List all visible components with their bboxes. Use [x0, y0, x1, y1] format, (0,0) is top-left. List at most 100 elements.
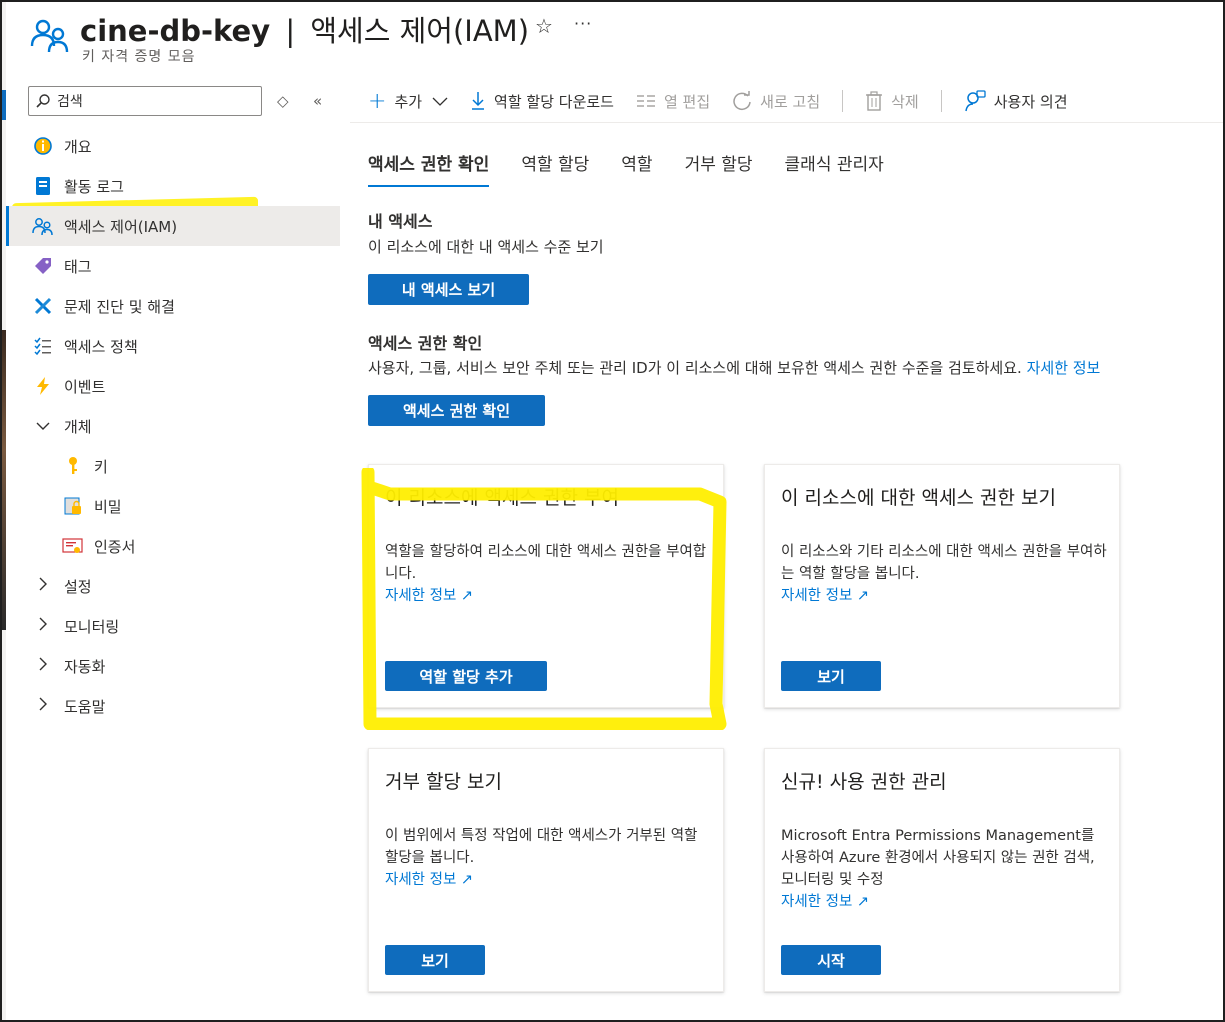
sidebar-item-label: 도움말 [64, 697, 106, 716]
card-description: Microsoft Entra Permissions Management를 … [781, 825, 1107, 913]
card-description: 이 리소스와 기타 리소스에 대한 액세스 권한을 부여하는 역할 할당을 봅니… [781, 541, 1107, 607]
sidebar-item-label: 개요 [64, 137, 92, 156]
delete-button[interactable]: 삭제 [865, 91, 919, 112]
card-text: 이 범위에서 특정 작업에 대한 액세스가 거부된 역할 할당을 봅니다. [385, 828, 698, 866]
star-icon[interactable]: ☆ [535, 14, 553, 38]
sidebar-item-events[interactable]: 이벤트 [6, 366, 340, 406]
refresh-button[interactable]: 새로 고침 [732, 91, 820, 112]
sidebar-item-label: 자동화 [64, 657, 106, 676]
secret-icon [62, 495, 84, 517]
page-title: cine-db-key | 액세스 제어(IAM) [80, 8, 529, 50]
activity-log-icon [32, 175, 54, 197]
chevron-down-icon [32, 417, 54, 435]
learn-more-link[interactable]: 자세한 정보 ↗ [385, 869, 711, 891]
sidebar-item-label: 설정 [64, 577, 92, 596]
resource-name: cine-db-key [80, 14, 271, 48]
card-text: 역할을 할당하여 리소스에 대한 액세스 권한을 부여합니다. [385, 544, 707, 582]
events-icon [32, 375, 54, 397]
tab-strip: 액세스 권한 확인 역할 할당 역할 거부 할당 클래식 관리자 [368, 150, 916, 187]
tab-roles[interactable]: 역할 [621, 150, 652, 187]
sidebar-group-settings[interactable]: 설정 [6, 566, 340, 606]
start-button[interactable]: 시작 [781, 945, 881, 975]
delete-label: 삭제 [891, 92, 919, 111]
iam-people-icon [30, 19, 69, 53]
edit-columns-button[interactable]: 열 편집 [636, 91, 710, 112]
learn-more-label: 자세한 정보 [781, 894, 853, 910]
sidebar-group-objects[interactable]: 개체 [6, 406, 340, 446]
sidebar-item-label: 문제 진단 및 해결 [64, 297, 175, 316]
download-role-assignments-button[interactable]: 역할 할당 다운로드 [470, 91, 614, 112]
refresh-icon [733, 91, 751, 111]
feedback-button[interactable]: 사용자 의견 [964, 90, 1068, 112]
sidebar-group-monitoring[interactable]: 모니터링 [6, 606, 340, 646]
plus-icon: + [368, 88, 387, 114]
sidebar-item-diagnose[interactable]: 문제 진단 및 해결 [6, 286, 340, 326]
search-placeholder: 검색 [57, 94, 83, 110]
page-subtitle: 키 자격 증명 모음 [82, 49, 196, 65]
key-icon [62, 455, 84, 477]
title-separator: | [285, 14, 296, 48]
external-link-icon: ↗ [460, 588, 474, 604]
tab-check-access[interactable]: 액세스 권한 확인 [368, 150, 490, 187]
sidebar-group-automation[interactable]: 자동화 [6, 646, 340, 686]
tab-deny-assignments[interactable]: 거부 할당 [685, 150, 753, 187]
sidebar-item-secrets[interactable]: 비밀 [6, 486, 340, 526]
external-link-icon: ↗ [856, 588, 870, 604]
deny-assignments-card: 거부 할당 보기 이 범위에서 특정 작업에 대한 액세스가 거부된 역할 할당… [368, 748, 724, 992]
sidebar-item-label: 인증서 [94, 537, 136, 556]
external-link-icon: ↗ [460, 872, 474, 888]
expand-collapse-icon[interactable]: ◇ [277, 92, 289, 110]
add-label: 추가 [394, 92, 423, 111]
learn-more-link[interactable]: 자세한 정보 ↗ [385, 585, 711, 607]
check-access-description: 사용자, 그룹, 서비스 보안 주체 또는 관리 ID가 이 리소스에 대해 보… [368, 359, 1022, 377]
page-name: 액세스 제어(IAM) [310, 14, 530, 48]
feedback-label: 사용자 의견 [993, 92, 1068, 111]
sidebar-item-keys[interactable]: 키 [6, 446, 340, 486]
add-button[interactable]: + 추가 [368, 89, 448, 114]
card-text: Microsoft Entra Permissions Management를 … [781, 828, 1095, 888]
chevron-right-icon [32, 617, 54, 635]
toolbar-divider-line [350, 122, 1225, 123]
sidebar-item-label: 모니터링 [64, 617, 120, 636]
sidebar-item-overview[interactable]: 개요 [6, 126, 340, 166]
check-access-button[interactable]: 액세스 권한 확인 [368, 395, 545, 426]
sidebar-group-help[interactable]: 도움말 [6, 686, 340, 726]
card-title: 이 리소스에 액세스 권한 부여 [385, 487, 619, 509]
sidebar-item-activity-log[interactable]: 활동 로그 [6, 166, 340, 206]
sidebar-item-certificates[interactable]: 인증서 [6, 526, 340, 566]
more-options-button[interactable]: ··· [574, 14, 592, 33]
sidebar-item-access-policies[interactable]: 액세스 정책 [6, 326, 340, 366]
columns-icon [636, 95, 655, 107]
view-button[interactable]: 보기 [781, 661, 881, 691]
chevron-right-icon [32, 657, 54, 675]
chevron-right-icon [32, 697, 54, 715]
chevron-down-icon [432, 97, 448, 106]
sidebar-item-label: 액세스 제어(IAM) [64, 217, 178, 236]
card-text: 이 리소스와 기타 리소스에 대한 액세스 권한을 부여하는 역할 할당을 봅니… [781, 544, 1107, 582]
tab-classic-administrators[interactable]: 클래식 관리자 [785, 150, 884, 187]
learn-more-link[interactable]: 자세한 정보 ↗ [781, 891, 1107, 913]
tab-role-assignments[interactable]: 역할 할당 [521, 150, 589, 187]
sidebar-item-label: 태그 [64, 257, 92, 276]
card-title: 거부 할당 보기 [385, 771, 502, 793]
check-access-text: 사용자, 그룹, 서비스 보안 주체 또는 관리 ID가 이 리소스에 대해 보… [368, 357, 1225, 378]
strip-marker [0, 90, 6, 120]
view-deny-button[interactable]: 보기 [385, 945, 485, 975]
learn-more-link[interactable]: 자세한 정보 ↗ [781, 585, 1107, 607]
my-access-text: 이 리소스에 대한 내 액세스 수준 보기 [368, 238, 604, 256]
search-icon [36, 94, 50, 108]
collapse-sidebar-icon[interactable]: « [313, 92, 322, 110]
view-my-access-button[interactable]: 내 액세스 보기 [368, 274, 529, 305]
sidebar-item-label: 이벤트 [64, 377, 106, 396]
sidebar-search-input[interactable]: 검색 [28, 86, 262, 116]
card-title: 이 리소스에 대한 액세스 권한 보기 [781, 487, 1056, 509]
add-role-assignment-button[interactable]: 역할 할당 추가 [385, 661, 547, 691]
grant-access-card: 이 리소스에 액세스 권한 부여 역할을 할당하여 리소스에 대한 액세스 권한… [368, 464, 724, 708]
learn-more-link[interactable]: 자세한 정보 [1027, 359, 1101, 377]
external-link-icon: ↗ [856, 894, 870, 910]
card-title: 신규! 사용 권한 관리 [781, 771, 947, 793]
chevron-right-icon [32, 577, 54, 595]
sidebar-item-iam[interactable]: 액세스 제어(IAM) [6, 206, 340, 246]
sidebar-item-tags[interactable]: 태그 [6, 246, 340, 286]
edit-columns-label: 열 편집 [663, 92, 711, 111]
